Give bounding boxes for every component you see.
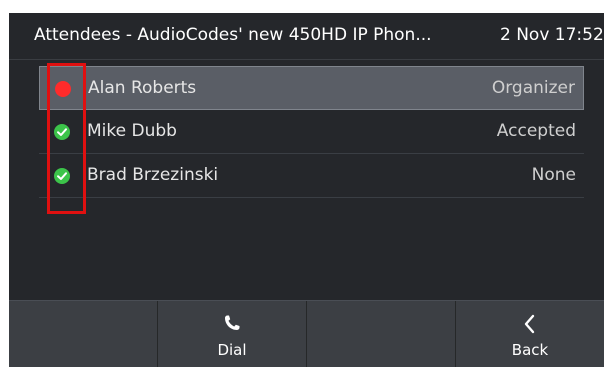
dial-softkey[interactable]: Dial (158, 301, 307, 367)
attendee-row-brad-brzezinski[interactable]: Brad Brzezinski None (39, 154, 584, 198)
attendee-name: Mike Dubb (87, 121, 177, 141)
attendee-row-alan-roberts[interactable]: Alan Roberts Organizer (39, 66, 584, 110)
back-chevron-icon (520, 313, 540, 339)
title-bar: Attendees - AudioCodes' new 450HD IP Pho… (9, 13, 604, 60)
softkey-3-empty[interactable] (307, 301, 456, 367)
attendee-row-mike-dubb[interactable]: Mike Dubb Accepted (39, 110, 584, 154)
phone-icon (222, 313, 242, 337)
attendee-role: Accepted (496, 121, 576, 141)
attendee-list: Alan Roberts Organizer Mike Dubb Accepte… (39, 66, 584, 198)
phone-screen: Attendees - AudioCodes' new 450HD IP Pho… (9, 13, 604, 367)
attendee-name: Alan Roberts (88, 78, 197, 98)
attendee-role: None (531, 165, 576, 185)
dial-label: Dial (217, 341, 247, 359)
back-label: Back (511, 341, 549, 359)
softkey-bar: Dial Back (9, 300, 604, 367)
annotation-highlight-box (47, 63, 86, 214)
clock: 2 Nov 17:52 (500, 25, 604, 45)
attendee-role: Organizer (491, 78, 575, 98)
attendee-name: Brad Brzezinski (87, 165, 219, 185)
softkey-1-empty[interactable] (9, 301, 158, 367)
page-title: Attendees - AudioCodes' new 450HD IP Pho… (34, 25, 432, 45)
back-softkey[interactable]: Back (456, 301, 604, 367)
